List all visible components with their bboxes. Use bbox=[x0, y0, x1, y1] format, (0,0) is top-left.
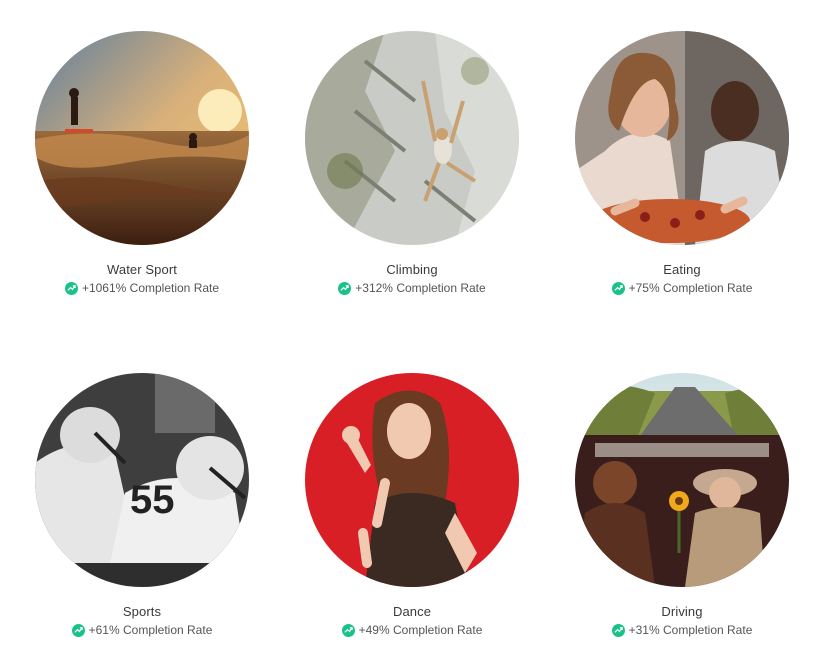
completion-rate-text: +75% Completion Rate bbox=[628, 281, 753, 295]
trending-up-icon bbox=[611, 623, 625, 637]
climbing-image bbox=[305, 31, 519, 245]
activity-title: Water Sport bbox=[107, 262, 177, 277]
completion-rate-text: +1061% Completion Rate bbox=[81, 281, 220, 295]
activity-card-dance[interactable]: Dance +49% Completion Rate bbox=[292, 373, 532, 637]
completion-rate-text: +312% Completion Rate bbox=[355, 281, 486, 295]
completion-rate: +1061% Completion Rate bbox=[22, 281, 262, 295]
driving-image bbox=[575, 373, 789, 587]
activity-card-water-sport[interactable]: Water Sport +1061% Completion Rate bbox=[22, 31, 262, 295]
completion-rate-text: +49% Completion Rate bbox=[358, 623, 483, 637]
water-sport-image bbox=[35, 31, 249, 245]
sports-image: 55 bbox=[35, 373, 249, 587]
svg-text:55: 55 bbox=[130, 478, 175, 522]
completion-rate-text: +61% Completion Rate bbox=[88, 623, 213, 637]
trending-up-icon bbox=[71, 623, 85, 637]
dance-image bbox=[305, 373, 519, 587]
trending-up-icon bbox=[338, 281, 352, 295]
activity-grid: Water Sport +1061% Completion Rate Climb… bbox=[0, 0, 821, 670]
trending-up-icon bbox=[341, 623, 355, 637]
completion-rate: +49% Completion Rate bbox=[292, 623, 532, 637]
completion-rate: +31% Completion Rate bbox=[562, 623, 802, 637]
activity-title: Driving bbox=[661, 604, 703, 619]
activity-title: Climbing bbox=[386, 262, 438, 277]
activity-card-driving[interactable]: Driving +31% Completion Rate bbox=[562, 373, 802, 637]
completion-rate: +75% Completion Rate bbox=[562, 281, 802, 295]
completion-rate-text: +31% Completion Rate bbox=[628, 623, 753, 637]
eating-image bbox=[575, 31, 789, 245]
activity-title: Dance bbox=[392, 604, 432, 619]
trending-up-icon bbox=[64, 281, 78, 295]
completion-rate: +312% Completion Rate bbox=[292, 281, 532, 295]
trending-up-icon bbox=[611, 281, 625, 295]
activity-title: Sports bbox=[122, 604, 162, 619]
activity-card-eating[interactable]: Eating +75% Completion Rate bbox=[562, 31, 802, 295]
activity-title: Eating bbox=[663, 262, 701, 277]
activity-card-sports[interactable]: 55 Sports +61% Completion Rate bbox=[22, 373, 262, 637]
completion-rate: +61% Completion Rate bbox=[22, 623, 262, 637]
activity-card-climbing[interactable]: Climbing +312% Completion Rate bbox=[292, 31, 532, 295]
